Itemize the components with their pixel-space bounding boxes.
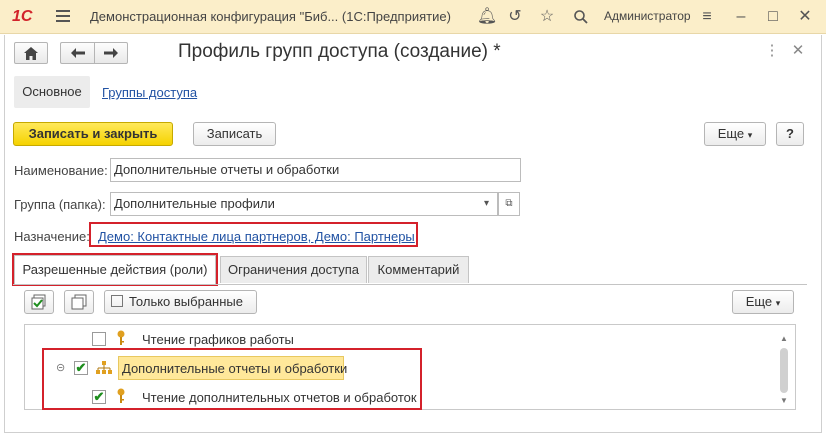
group-input[interactable]: Дополнительные профили	[110, 192, 477, 216]
bell-icon[interactable]: 🔔︎	[476, 6, 498, 28]
name-input[interactable]: Дополнительные отчеты и обработки	[110, 158, 521, 182]
chevron-down-icon: ▾	[775, 298, 781, 308]
tab-highlight-box	[12, 253, 218, 286]
roles-highlight-box	[42, 348, 422, 410]
star-icon[interactable]: ☆	[536, 6, 558, 28]
role-checkbox[interactable]	[92, 332, 106, 346]
list-icon	[111, 295, 123, 307]
chevron-down-icon: ▾	[747, 130, 753, 140]
group-dropdown-button[interactable]: ▾	[476, 192, 498, 216]
open-icon[interactable]: ⧉	[498, 192, 520, 216]
check-all-icon	[31, 294, 46, 310]
arrow-right-icon	[104, 48, 118, 58]
help-button[interactable]: ?	[776, 122, 804, 146]
search-icon[interactable]	[570, 6, 592, 28]
forward-button[interactable]	[94, 42, 128, 64]
form-title: Профиль групп доступа (создание) *	[178, 41, 501, 62]
home-button[interactable]	[14, 42, 48, 64]
only-selected-button[interactable]: Только выбранные	[104, 290, 257, 314]
uncheck-all-icon	[71, 294, 87, 310]
menu-icon[interactable]: ≡	[696, 6, 718, 28]
tab-comment[interactable]: Комментарий	[368, 256, 469, 283]
scrollbar-thumb[interactable]	[780, 348, 788, 393]
minimize-icon[interactable]: –	[730, 6, 752, 28]
section-access-groups-link[interactable]: Группы доступа	[102, 85, 197, 100]
only-selected-label: Только выбранные	[129, 294, 243, 309]
close-form-icon[interactable]: ✕	[788, 41, 808, 61]
window-title: Демонстрационная конфигурация "Биб... (1…	[90, 9, 451, 24]
more-label: Еще	[717, 126, 745, 141]
arrow-left-icon	[70, 48, 85, 58]
role-label[interactable]: Чтение графиков работы	[142, 332, 294, 347]
group-label: Группа (папка):	[14, 197, 106, 212]
app-logo[interactable]: 1С	[12, 6, 46, 28]
back-button[interactable]	[60, 42, 94, 64]
home-icon	[24, 46, 38, 60]
main-menu-icon[interactable]	[56, 10, 70, 22]
more-options-icon[interactable]: ⋮	[762, 41, 782, 61]
save-button[interactable]: Записать	[193, 122, 276, 146]
purpose-link[interactable]: Демо: Контактные лица партнеров, Демо: П…	[98, 229, 415, 244]
uncheck-all-button[interactable]	[64, 290, 94, 314]
save-and-close-button[interactable]: Записать и закрыть	[13, 122, 173, 146]
scroll-down-icon[interactable]: ▼	[779, 396, 789, 405]
key-icon	[116, 330, 126, 349]
more-button[interactable]: Еще ▾	[704, 122, 766, 146]
scroll-up-icon[interactable]: ▲	[779, 334, 789, 343]
section-main[interactable]: Основное	[14, 76, 90, 108]
history-icon[interactable]: ↺	[504, 6, 526, 28]
user-name[interactable]: Администратор	[604, 9, 691, 23]
close-window-icon[interactable]: ✕	[794, 6, 816, 28]
name-label: Наименование:	[14, 163, 108, 178]
check-all-button[interactable]	[24, 290, 54, 314]
purpose-label: Назначение:	[14, 229, 90, 244]
maximize-icon[interactable]: □	[762, 6, 784, 28]
roles-more-label: Еще	[745, 294, 773, 309]
roles-more-button[interactable]: Еще ▾	[732, 290, 794, 314]
tab-access-restrictions[interactable]: Ограничения доступа	[220, 256, 367, 283]
